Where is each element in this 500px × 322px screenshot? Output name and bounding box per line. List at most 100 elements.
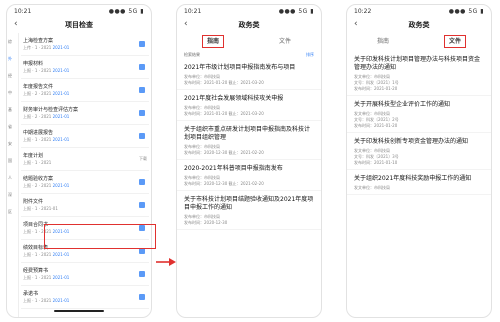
tab-guides[interactable]: 指南 xyxy=(177,33,249,51)
item-title: 年度报告文件 xyxy=(23,84,54,90)
download-tag[interactable]: 下载 xyxy=(139,156,147,162)
item-date: 2021-01 xyxy=(52,252,70,257)
article-item[interactable]: 关于印发科技创新专项资金管理办法的通知 发文单位：市科技局 文号：科发〔2021〕3… xyxy=(347,133,491,170)
list-item[interactable]: 年度报告文件 上报 · 2 · 2021 2021-01 xyxy=(21,79,149,102)
list-item[interactable]: 经费预算书 上报 · 1 · 2021 2021-01 xyxy=(21,263,149,286)
list-item[interactable]: 年度计划 上报 · 1 · 2021 下载 xyxy=(21,148,149,171)
item-meta: 上报 · 2 · 2021 2021-01 xyxy=(23,114,69,120)
list-item[interactable]: 结题验收方案 上报 · 2 · 2021 2021-01 xyxy=(21,171,149,194)
tab-files[interactable]: 文件 xyxy=(249,33,321,51)
page-title: 政务类 xyxy=(238,21,260,29)
item-meta: 上报 · 1 · 2021 2021-01 xyxy=(23,68,69,74)
article-title: 关于组织市重点研发计划项目申报指南及科技计划项目组织管理 xyxy=(184,126,311,141)
document-list: 上海检查方案 上传 · 1 · 2021 2021-01 申报材料 上报 · 1 · … xyxy=(21,33,149,309)
item-meta: 上传 · 1 · 2021 2021-01 xyxy=(23,45,69,51)
checkbox[interactable] xyxy=(139,64,145,70)
sidebar-category-item[interactable]: 人 xyxy=(7,169,18,186)
article-item[interactable]: 2020-2021年科普项目申报指南发布 发布单位：市科技局 发布时间：2020-1… xyxy=(177,160,321,191)
sidebar-category-item[interactable]: 国 xyxy=(7,152,18,169)
checkbox[interactable] xyxy=(139,271,145,277)
sidebar-category-item[interactable]: 综 xyxy=(7,33,18,50)
article-meta: 发文单位：市科技局 xyxy=(354,185,390,190)
home-indicator xyxy=(54,310,104,312)
item-title: 结题验收方案 xyxy=(23,176,54,182)
item-meta: 上报 · 1 · 2021 xyxy=(23,160,51,166)
nav-bar: ‹ 政务类 xyxy=(177,17,321,33)
item-date: 2021-01 xyxy=(52,91,70,96)
checkbox[interactable] xyxy=(139,179,145,185)
article-title: 2021年度社会发展领域科技攻关申报 xyxy=(184,95,284,102)
article-meta: 发布时间：2021-01-20 xyxy=(354,123,398,128)
article-item[interactable]: 关于组织市重点研发计划项目申报指南及科技计划项目组织管理 发布单位：市科技局 发布时… xyxy=(177,121,321,160)
sidebar-category-item[interactable]: 安 xyxy=(7,135,18,152)
article-item[interactable]: 关于印发科技计划项目管理办法与科技项目资金管理办法的通知 发文单位：市科技局 文号：… xyxy=(347,51,491,96)
checkbox[interactable] xyxy=(139,87,145,93)
item-date: 2021-01 xyxy=(52,45,70,50)
checkbox[interactable] xyxy=(139,202,145,208)
list-item[interactable]: 财务审计与检查评估方案 上报 · 2 · 2021 2021-01 xyxy=(21,102,149,125)
tab-guides[interactable]: 指南 xyxy=(347,33,419,51)
item-date: 2021-01 xyxy=(52,68,70,73)
article-item[interactable]: 关于组织2021年度科技奖励申报工作的通知 发文单位：市科技局 xyxy=(347,170,491,195)
item-title: 财务审计与检查评估方案 xyxy=(23,107,79,113)
chevron-left-icon[interactable]: ‹ xyxy=(14,19,18,29)
item-title: 承诺书 xyxy=(23,291,39,297)
status-bar: 10:21 ●●● 5G ▮ xyxy=(7,5,151,17)
status-time: 10:21 xyxy=(14,8,32,15)
item-meta-text: 上报 · 1 · 2021 xyxy=(23,275,52,280)
checkbox[interactable] xyxy=(139,41,145,47)
sidebar-category-item[interactable]: 中 xyxy=(7,84,18,101)
item-meta: 上报 · 1 · 2021-01 xyxy=(23,206,58,212)
chevron-left-icon[interactable]: ‹ xyxy=(354,19,358,29)
sidebar-category-item[interactable]: 经 xyxy=(7,67,18,84)
sidebar-category-item[interactable]: 基 xyxy=(7,101,18,118)
article-title: 关于市科技计划项目结题验收通知及2021年度项目申报工作的通知 xyxy=(184,196,314,211)
sidebar-category-item[interactable]: 省 xyxy=(7,118,18,135)
article-item[interactable]: 关于开展科技型企业评价工作的通知 发文单位：市科技局 文号：科发〔2021〕2号 发布… xyxy=(347,96,491,133)
article-title: 2021年市级计划项目申报指南发布与项目 xyxy=(184,64,296,71)
checkbox[interactable] xyxy=(139,110,145,116)
item-date: 2021-01 xyxy=(52,183,70,188)
phone-screen-files: 10:22 ●●● 5G ▮ ‹ 政务类 指南 文件 关于印发科技计划项目管理办… xyxy=(346,4,492,318)
article-title: 关于印发科技创新专项资金管理办法的通知 xyxy=(354,138,469,145)
item-title: 中期进展报告 xyxy=(23,130,54,136)
checkbox[interactable] xyxy=(139,294,145,300)
tab-files[interactable]: 文件 xyxy=(419,33,491,51)
checkbox[interactable] xyxy=(139,133,145,139)
file-article-list: 关于印发科技计划项目管理办法与科技项目资金管理办法的通知 发文单位：市科技局 文号：… xyxy=(347,51,491,195)
tab-bar: 指南 文件 xyxy=(347,33,491,51)
sidebar-category-item[interactable]: 深 xyxy=(7,186,18,203)
item-title: 附件文件 xyxy=(23,199,44,205)
category-sidebar: 综外经中基省安国人深区 xyxy=(7,33,19,317)
article-meta: 发布时间：2021-01-20 xyxy=(354,86,398,91)
article-meta: 发布时间：2020-12-30 xyxy=(184,220,228,225)
item-meta: 上报 · 2 · 2021 2021-01 xyxy=(23,183,69,189)
article-title: 关于印发科技计划项目管理办法与科技项目资金管理办法的通知 xyxy=(354,56,481,71)
article-title: 关于开展科技型企业评价工作的通知 xyxy=(354,101,451,108)
article-meta: 发布时间：2021-01-20 截止：2021-03-20 xyxy=(184,80,264,85)
article-item[interactable]: 关于市科技计划项目结题验收通知及2021年度项目申报工作的通知 发布单位：市科技局… xyxy=(177,191,321,230)
sort-button[interactable]: 排序 xyxy=(306,52,314,58)
sidebar-category-item[interactable]: 区 xyxy=(7,203,18,220)
item-meta-text: 上报 · 1 · 2021 xyxy=(23,160,52,165)
item-title: 经费预算书 xyxy=(23,268,49,274)
item-meta-text: 上报 · 2 · 2021 xyxy=(23,114,52,119)
chevron-left-icon[interactable]: ‹ xyxy=(184,19,188,29)
list-item[interactable]: 附件文件 上报 · 1 · 2021-01 xyxy=(21,194,149,217)
list-item[interactable]: 上海检查方案 上传 · 1 · 2021 2021-01 xyxy=(21,33,149,56)
item-meta: 上报 · 1 · 2021 2021-01 xyxy=(23,298,69,304)
article-item[interactable]: 2021年市级计划项目申报指南发布与项目 发布单位：市科技局 发布时间：2021-0… xyxy=(177,59,321,90)
item-title: 年度计划 xyxy=(23,153,44,159)
status-signal: ●●● 5G ▮ xyxy=(278,8,314,15)
result-label: 检索结果 xyxy=(184,52,200,57)
article-item[interactable]: 2021年度社会发展领域科技攻关申报 发布单位：市科技局 发布时间：2021-01-… xyxy=(177,90,321,121)
guide-article-list: 2021年市级计划项目申报指南发布与项目 发布单位：市科技局 发布时间：2021-0… xyxy=(177,59,321,230)
status-bar: 10:22 ●●● 5G ▮ xyxy=(347,5,491,17)
list-item[interactable]: 承诺书 上报 · 1 · 2021 2021-01 xyxy=(21,286,149,309)
sidebar-category-item[interactable]: 外 xyxy=(7,50,18,67)
list-item[interactable]: 中期进展报告 上报 · 1 · 2021 2021-01 xyxy=(21,125,149,148)
item-title: 申报材料 xyxy=(23,61,44,67)
nav-bar: ‹ 项目检查 xyxy=(7,17,151,33)
list-item[interactable]: 申报材料 上报 · 1 · 2021 2021-01 xyxy=(21,56,149,79)
item-date: 2021-01 xyxy=(52,137,70,142)
